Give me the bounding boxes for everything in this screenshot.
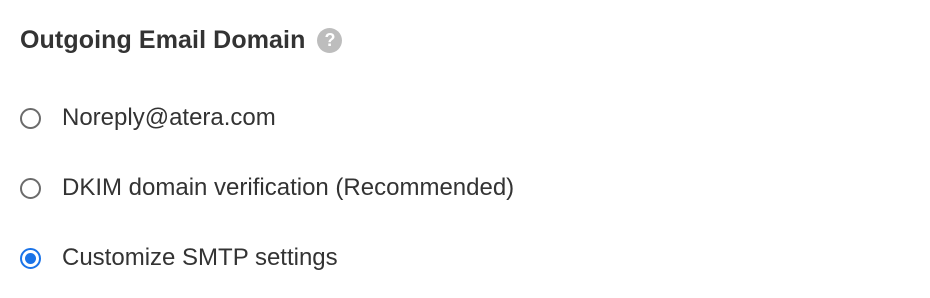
radio-option-smtp[interactable]: Customize SMTP settings (20, 241, 338, 275)
radio-option-dkim[interactable]: DKIM domain verification (Recommended) (20, 171, 514, 205)
radio-label-dkim[interactable]: DKIM domain verification (Recommended) (62, 174, 514, 202)
help-circle-icon[interactable]: ? (317, 27, 343, 53)
radio-button-noreply[interactable] (20, 107, 41, 129)
radio-label-smtp[interactable]: Customize SMTP settings (62, 244, 338, 272)
radio-button-dkim[interactable] (20, 177, 41, 199)
section-header: Outgoing Email Domain ? (20, 22, 343, 58)
radio-button-smtp[interactable] (20, 247, 41, 269)
radio-label-noreply[interactable]: Noreply@atera.com (62, 104, 276, 132)
radio-option-noreply[interactable]: Noreply@atera.com (20, 101, 276, 135)
section-title: Outgoing Email Domain (20, 25, 306, 54)
